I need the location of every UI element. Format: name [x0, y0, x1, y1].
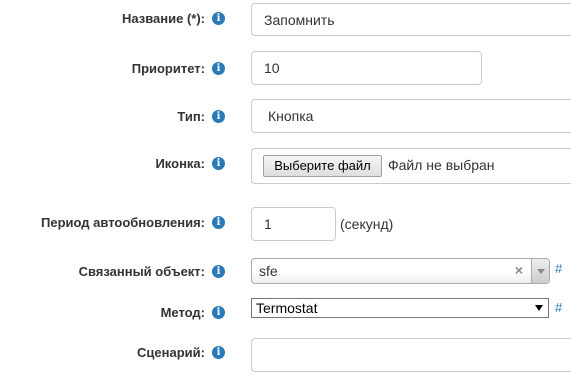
linked-object-select[interactable]: sfe ×	[251, 258, 550, 284]
name-input-value: Запомнить	[264, 11, 335, 28]
type-input-value: Кнопка	[268, 108, 314, 124]
refresh-period-label: Период автообновления:	[41, 215, 205, 230]
method-hash-link[interactable]: #	[555, 300, 562, 315]
scenario-label: Сценарий:	[137, 345, 205, 360]
priority-label: Приоритет:	[131, 61, 205, 76]
chevron-down-icon	[537, 269, 545, 274]
info-icon[interactable]: i	[212, 265, 225, 278]
info-icon[interactable]: i	[212, 110, 225, 123]
type-input[interactable]: Кнопка	[251, 99, 571, 133]
linked-object-value: sfe	[259, 263, 278, 279]
linked-object-hash-link[interactable]: #	[555, 261, 562, 276]
linked-object-label: Связанный объект:	[78, 264, 205, 279]
info-icon[interactable]: i	[212, 157, 225, 170]
choose-file-button[interactable]: Выберите файл	[263, 155, 382, 177]
dropdown-toggle[interactable]	[531, 259, 549, 283]
method-select[interactable]: Termostat	[251, 298, 549, 318]
priority-input-value: 10	[264, 60, 280, 76]
method-label: Метод:	[160, 305, 205, 320]
chevron-down-icon	[535, 305, 543, 311]
info-icon[interactable]: i	[212, 216, 225, 229]
scenario-input[interactable]	[251, 338, 571, 372]
refresh-period-input[interactable]: 1	[251, 207, 336, 241]
type-label: Тип:	[177, 109, 205, 124]
seconds-suffix: (секунд)	[340, 216, 394, 232]
clear-icon[interactable]: ×	[515, 262, 523, 278]
name-input[interactable]: Запомнить	[251, 3, 571, 36]
method-value: Termostat	[256, 300, 318, 316]
info-icon[interactable]: i	[212, 346, 225, 359]
icon-label: Иконка:	[155, 156, 205, 171]
refresh-period-value: 1	[264, 216, 272, 232]
name-label: Название (*):	[121, 11, 205, 26]
info-icon[interactable]: i	[212, 306, 225, 319]
info-icon[interactable]: i	[212, 62, 225, 75]
priority-input[interactable]: 10	[251, 51, 482, 85]
file-status-text: Файл не выбран	[388, 157, 495, 173]
info-icon[interactable]: i	[212, 12, 225, 25]
